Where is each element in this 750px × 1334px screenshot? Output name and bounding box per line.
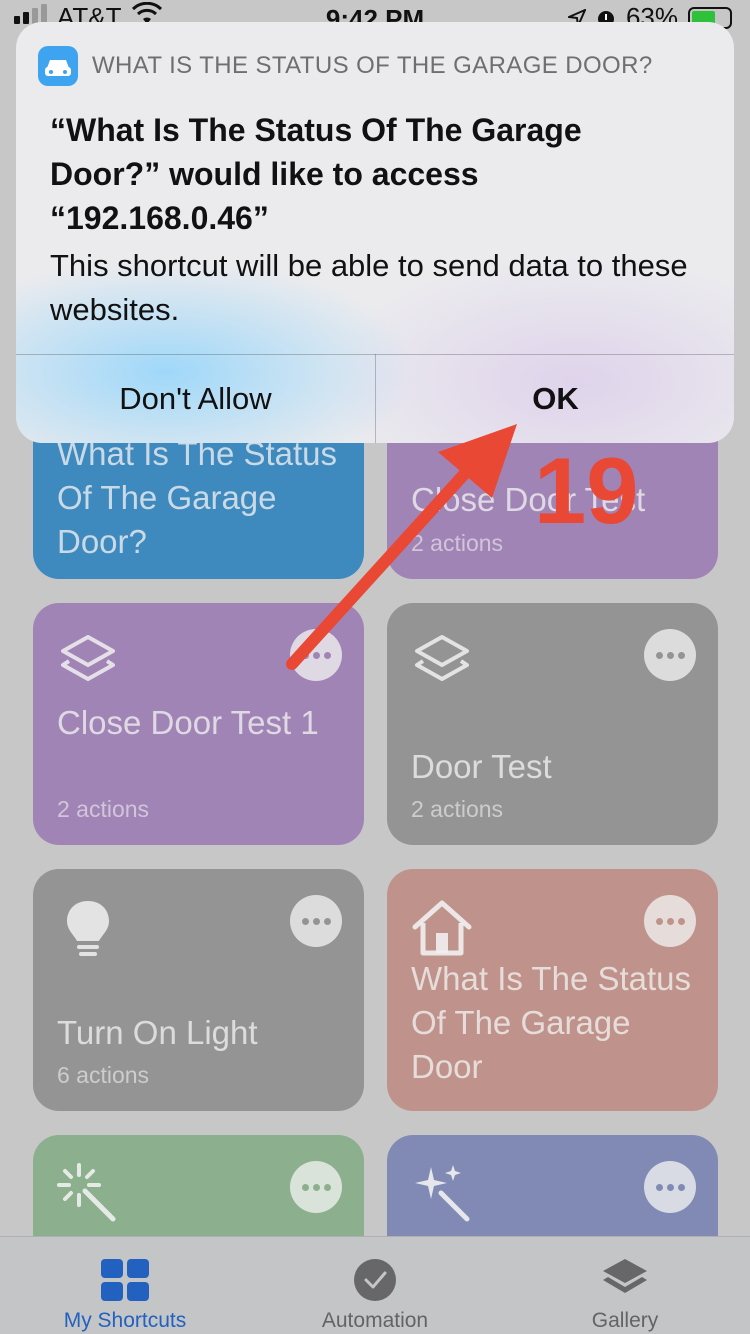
alert-title: “What Is The Status Of The Garage Door?”… <box>50 112 582 236</box>
car-icon <box>38 46 78 86</box>
ok-button[interactable]: OK <box>376 355 734 443</box>
alert-message: This shortcut will be able to send data … <box>50 248 688 327</box>
alert-app-name: WHAT IS THE STATUS OF THE GARAGE DOOR? <box>92 52 653 79</box>
dont-allow-button[interactable]: Don't Allow <box>16 355 375 443</box>
step-number: 19 <box>534 438 639 543</box>
permission-alert: WHAT IS THE STATUS OF THE GARAGE DOOR? “… <box>16 22 734 443</box>
